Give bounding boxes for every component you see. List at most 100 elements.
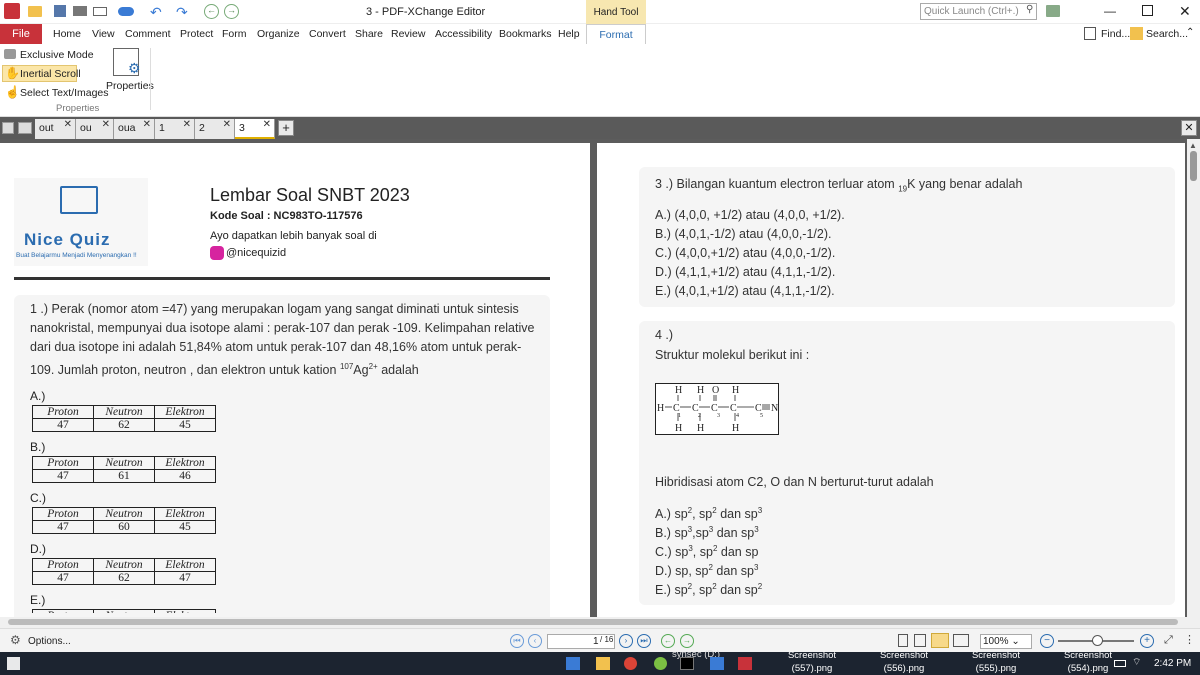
next-view-icon[interactable]: → xyxy=(680,634,694,648)
q4-option[interactable]: A.) sp2, sp2 dan sp3 xyxy=(655,506,762,525)
previous-view-icon[interactable]: ← xyxy=(661,634,675,648)
taskbar-item-screenshot-554[interactable]: Screenshot (554).png xyxy=(1062,649,1114,675)
tab-close-icon[interactable]: ✕ xyxy=(263,119,271,130)
email-icon[interactable] xyxy=(93,7,107,16)
taskbar-app-icon[interactable] xyxy=(596,657,610,670)
q1-option[interactable]: B.) Proton Neutron Elektron 47 61 46 xyxy=(30,440,330,491)
q4-option[interactable]: C.) sp3, sp2 dan sp xyxy=(655,544,762,563)
search-button[interactable]: Search... xyxy=(1146,28,1188,40)
q1-option[interactable]: A.) Proton Neutron Elektron 47 62 45 xyxy=(30,389,330,440)
menu-accessibility[interactable]: Accessibility xyxy=(435,28,492,40)
last-page-icon[interactable]: ⏭ xyxy=(637,634,651,648)
tab-2[interactable]: 2 ✕ xyxy=(195,119,235,139)
q3-option-a[interactable]: A.) (4,0,0, +1/2) atau (4,0,0, +1/2). xyxy=(655,208,845,222)
single-page-icon[interactable] xyxy=(898,634,908,647)
q1-option[interactable]: C.) Proton Neutron Elektron 47 60 45 xyxy=(30,491,330,542)
print-icon[interactable] xyxy=(73,6,87,16)
taskbar-app-icon[interactable] xyxy=(566,657,580,670)
maximize-icon[interactable] xyxy=(1142,5,1153,16)
taskbar-item-screenshot-556[interactable]: Screenshot (556).png xyxy=(878,649,930,675)
exclusive-mode-button[interactable]: Exclusive Mode xyxy=(20,49,94,61)
first-page-icon[interactable]: ⏮ xyxy=(510,634,524,648)
scroll-up-arrow[interactable]: ▲ xyxy=(1189,141,1197,150)
tab-close-icon[interactable]: ✕ xyxy=(102,119,110,130)
ribbon-collapse-icon[interactable]: ⌃ xyxy=(1186,27,1194,38)
options-gear-icon[interactable]: ⚙ xyxy=(10,633,21,647)
tab-1[interactable]: 1 ✕ xyxy=(155,119,195,139)
properties-button[interactable]: Properties xyxy=(106,80,154,92)
cloud-icon[interactable] xyxy=(118,7,134,16)
zoom-in-icon[interactable]: + xyxy=(1140,634,1154,648)
menu-form[interactable]: Form xyxy=(222,28,247,40)
q1-option[interactable]: D.) Proton Neutron Elektron 47 62 47 xyxy=(30,542,330,593)
tab-menu-icon[interactable] xyxy=(2,122,14,134)
back-icon[interactable]: ← xyxy=(204,4,219,19)
q3-option-b[interactable]: B.) (4,0,1,-1/2) atau (4,0,0,-1/2). xyxy=(655,227,831,241)
vertical-scroll-thumb[interactable] xyxy=(1190,151,1197,181)
quick-launch-search-icon[interactable]: ⚲ xyxy=(1026,4,1033,15)
menu-bookmarks[interactable]: Bookmarks xyxy=(499,28,552,40)
file-menu-button[interactable]: File xyxy=(0,24,42,44)
q4-option[interactable]: E.) sp2, sp2 dan sp2 xyxy=(655,582,762,601)
menu-convert[interactable]: Convert xyxy=(309,28,346,40)
tab-close-icon[interactable]: ✕ xyxy=(64,119,72,130)
open-folder-icon[interactable] xyxy=(28,6,42,17)
previous-page-icon[interactable]: ‹ xyxy=(528,634,542,648)
status-menu-icon[interactable]: ⋮ xyxy=(1184,633,1195,646)
chrome-icon[interactable] xyxy=(624,657,637,670)
menu-share[interactable]: Share xyxy=(355,28,383,40)
taskbar-item-screenshot-557[interactable]: Screenshot (557).png xyxy=(786,649,838,675)
taskbar-app-icon[interactable] xyxy=(710,657,724,670)
zoom-select[interactable]: 100% ⌄ xyxy=(980,634,1032,649)
horizontal-scrollbar[interactable] xyxy=(0,617,1200,628)
menu-review[interactable]: Review xyxy=(391,28,425,40)
facing-pages-icon[interactable] xyxy=(931,633,949,648)
tab-oua[interactable]: oua ✕ xyxy=(114,119,155,139)
tab-close-icon[interactable]: ✕ xyxy=(223,119,231,130)
clock[interactable]: 2:42 PM xyxy=(1154,658,1191,669)
close-icon[interactable]: ✕ xyxy=(1179,3,1191,20)
network-icon[interactable]: ⌔ xyxy=(1132,656,1141,669)
horizontal-scroll-thumb[interactable] xyxy=(8,619,1178,625)
facing-continuous-icon[interactable] xyxy=(953,634,969,647)
minimize-icon[interactable]: — xyxy=(1104,4,1116,18)
zoom-slider-thumb[interactable] xyxy=(1092,635,1103,646)
save-icon[interactable] xyxy=(54,5,66,17)
document-view[interactable]: Nice Quiz Buat Belajarmu Menjadi Menyena… xyxy=(0,139,1200,627)
redo-icon[interactable]: ↷ xyxy=(176,4,188,21)
forward-icon[interactable]: → xyxy=(224,4,239,19)
quick-launch-input[interactable]: Quick Launch (Ctrl+.) xyxy=(920,3,1037,20)
tab-close-icon[interactable]: ✕ xyxy=(143,119,151,130)
close-document-icon[interactable]: ✕ xyxy=(1181,120,1197,136)
start-icon[interactable] xyxy=(7,657,20,670)
q3-option-c[interactable]: C.) (4,0,0,+1/2) atau (4,0,0,-1/2). xyxy=(655,246,835,260)
tab-ou[interactable]: ou ✕ xyxy=(76,119,114,139)
tab-close-icon[interactable]: ✕ xyxy=(183,119,191,130)
zoom-out-icon[interactable]: − xyxy=(1040,634,1054,648)
find-icon[interactable] xyxy=(1084,27,1096,40)
tab-out[interactable]: out ✕ xyxy=(35,119,76,139)
q3-option-d[interactable]: D.) (4,1,1,+1/2) atau (4,1,1,-1/2). xyxy=(655,265,835,279)
continuous-page-icon[interactable] xyxy=(914,634,926,647)
q4-option[interactable]: D.) sp, sp2 dan sp3 xyxy=(655,563,762,582)
menu-format[interactable]: Format xyxy=(586,24,646,44)
menu-comment[interactable]: Comment xyxy=(125,28,171,40)
undo-icon[interactable]: ↶ xyxy=(150,4,162,21)
new-tab-button[interactable]: + xyxy=(278,120,294,136)
select-text-button[interactable]: Select Text/Images xyxy=(20,87,109,99)
tab-3[interactable]: 3 ✕ xyxy=(235,119,275,139)
menu-organize[interactable]: Organize xyxy=(257,28,300,40)
menu-view[interactable]: View xyxy=(92,28,115,40)
options-button[interactable]: Options... xyxy=(28,636,71,647)
menu-home[interactable]: Home xyxy=(53,28,81,40)
vertical-scrollbar[interactable] xyxy=(1187,139,1200,627)
q4-option[interactable]: B.) sp3,sp3 dan sp3 xyxy=(655,525,762,544)
q1-option[interactable]: E.) ProtonNeutronElektron xyxy=(30,593,330,613)
menu-protect[interactable]: Protect xyxy=(180,28,213,40)
q3-option-e[interactable]: E.) (4,0,1,+1/2) atau (4,1,1,-1/2). xyxy=(655,284,835,298)
tab-list-icon[interactable] xyxy=(18,122,32,134)
find-button[interactable]: Find... xyxy=(1101,28,1130,40)
fullscreen-icon[interactable]: ⤢ xyxy=(1164,634,1173,647)
search-icon[interactable] xyxy=(1130,27,1143,40)
ui-options-icon[interactable] xyxy=(1046,5,1060,17)
